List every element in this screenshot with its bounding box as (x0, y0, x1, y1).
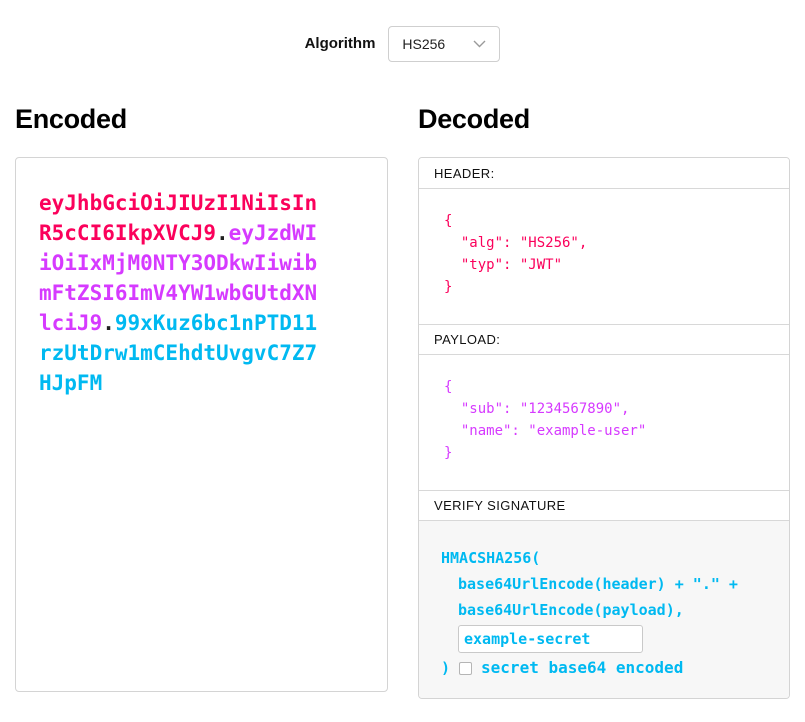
decoded-title: Decoded (418, 103, 790, 135)
main-columns: Encoded eyJhbGciOiJIUzI1NiIsInR5cCI6IkpX… (0, 103, 805, 699)
algorithm-selected-value: HS256 (402, 36, 445, 52)
hmac-line-payload: base64UrlEncode(payload), (458, 597, 789, 623)
algorithm-select[interactable]: HS256 (388, 26, 500, 62)
secret-input[interactable] (458, 625, 643, 653)
encoded-panel: eyJhbGciOiJIUzI1NiIsInR5cCI6IkpXVCJ9.eyJ… (15, 157, 388, 692)
verify-signature-body: HMACSHA256( base64UrlEncode(header) + ".… (419, 521, 789, 698)
payload-section-label: PAYLOAD: (419, 324, 789, 355)
header-section-label: HEADER: (419, 158, 789, 189)
hmac-close-row: ) secret base64 encoded (441, 655, 789, 681)
hmac-fn-close: ) (441, 655, 450, 681)
hmac-fn-open: HMACSHA256( (441, 545, 789, 571)
token-dot-separator: . (102, 311, 115, 335)
algorithm-row: Algorithm HS256 (0, 0, 805, 61)
secret-base64-checkbox[interactable] (459, 662, 472, 675)
verify-signature-label: VERIFY SIGNATURE (419, 490, 789, 521)
jwt-token-editor[interactable]: eyJhbGciOiJIUzI1NiIsInR5cCI6IkpXVCJ9.eyJ… (39, 188, 320, 398)
decoded-panel: HEADER: { "alg": "HS256", "typ": "JWT" }… (418, 157, 790, 699)
decoded-column: Decoded HEADER: { "alg": "HS256", "typ":… (418, 103, 790, 699)
encoded-title: Encoded (15, 103, 388, 135)
chevron-down-icon (473, 40, 486, 48)
payload-json-editor[interactable]: { "sub": "1234567890", "name": "example-… (419, 355, 789, 490)
algorithm-label: Algorithm (305, 35, 376, 52)
hmac-line-header: base64UrlEncode(header) + "." + (458, 571, 789, 597)
header-json-editor[interactable]: { "alg": "HS256", "typ": "JWT" } (419, 189, 789, 324)
encoded-column: Encoded eyJhbGciOiJIUzI1NiIsInR5cCI6IkpX… (15, 103, 388, 699)
token-dot-separator: . (216, 221, 229, 245)
secret-base64-label[interactable]: secret base64 encoded (481, 655, 683, 681)
